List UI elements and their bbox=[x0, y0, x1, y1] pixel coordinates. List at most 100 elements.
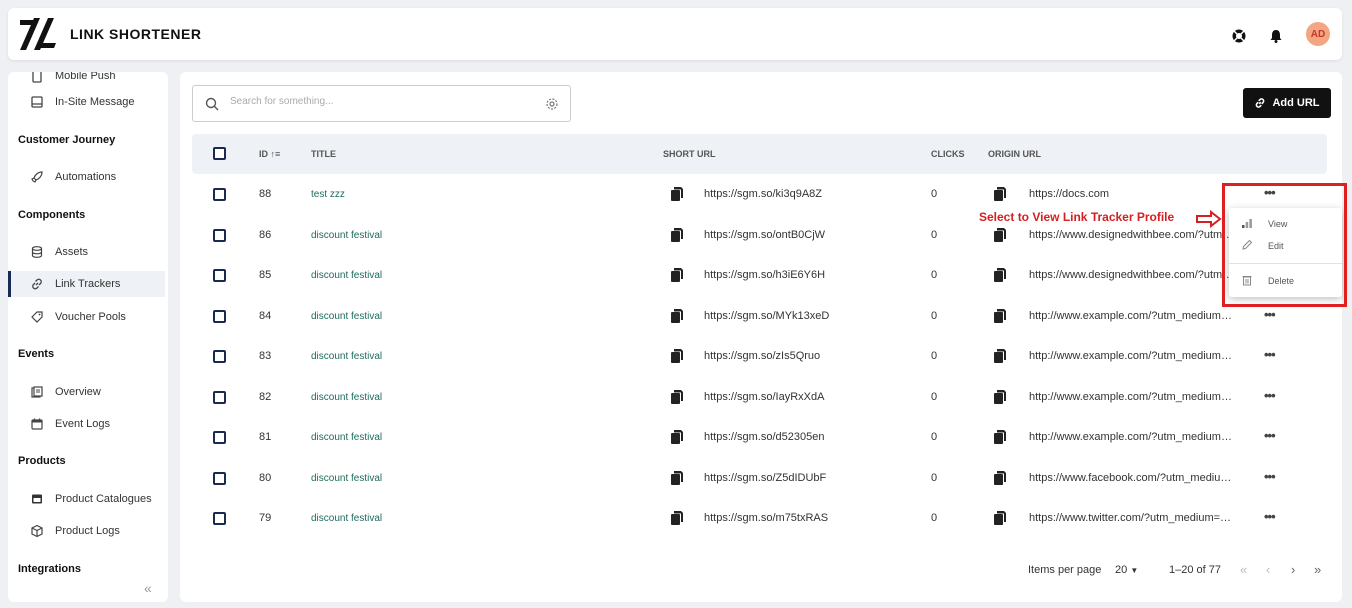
tag-icon bbox=[31, 311, 43, 323]
sidebar-item-product-logs[interactable]: Product Logs bbox=[8, 518, 165, 544]
table-row[interactable]: 81 discount festival https://sgm.so/d52305… bbox=[192, 417, 1327, 457]
row-id: 84 bbox=[259, 309, 272, 322]
sidebar-item-in-site-message[interactable]: In-Site Message bbox=[8, 89, 165, 115]
column-header-title: TITLE bbox=[311, 149, 336, 159]
sidebar-item-product-catalogues[interactable]: Product Catalogues bbox=[8, 486, 165, 512]
gear-icon[interactable] bbox=[545, 97, 559, 111]
page-size-select[interactable]: 20 ▼ bbox=[1115, 564, 1138, 576]
row-origin-url[interactable]: https://www.facebook.com/?utm_medium=ema… bbox=[1029, 472, 1235, 484]
copy-icon[interactable] bbox=[993, 470, 1007, 486]
row-short-url[interactable]: https://sgm.so/Z5dIDUbF bbox=[704, 472, 826, 484]
table-row[interactable]: 88 test zzz https://sgm.so/ki3q9A8Z 0 https:… bbox=[192, 174, 1327, 214]
row-title[interactable]: discount festival bbox=[311, 473, 382, 484]
row-checkbox[interactable] bbox=[213, 431, 226, 444]
table-row[interactable]: 80 discount festival https://sgm.so/Z5dIDU… bbox=[192, 458, 1327, 498]
row-short-url[interactable]: https://sgm.so/m75txRAS bbox=[704, 512, 828, 524]
sidebar-item-mobile-push[interactable]: Mobile Push bbox=[8, 72, 165, 89]
row-title[interactable]: discount festival bbox=[311, 392, 382, 403]
copy-icon[interactable] bbox=[993, 510, 1007, 526]
collapse-sidebar-icon[interactable]: « bbox=[144, 580, 152, 596]
row-title[interactable]: discount festival bbox=[311, 432, 382, 443]
table-row[interactable]: 83 discount festival https://sgm.so/zIs5Qr… bbox=[192, 336, 1327, 376]
search-input[interactable] bbox=[230, 96, 530, 107]
copy-icon[interactable] bbox=[670, 227, 684, 243]
row-short-url[interactable]: https://sgm.so/zIs5Qruo bbox=[704, 350, 820, 362]
user-avatar[interactable]: AD bbox=[1306, 22, 1330, 46]
row-checkbox[interactable] bbox=[213, 269, 226, 282]
row-checkbox[interactable] bbox=[213, 512, 226, 525]
sidebar-item-link-trackers[interactable]: Link Trackers bbox=[8, 271, 165, 297]
sidebar-item-event-logs[interactable]: Event Logs bbox=[8, 411, 165, 437]
row-title[interactable]: test zzz bbox=[311, 189, 345, 200]
copy-icon[interactable] bbox=[993, 429, 1007, 445]
prev-page-icon[interactable]: ‹ bbox=[1266, 562, 1270, 577]
table-row[interactable]: 79 discount festival https://sgm.so/m75txR… bbox=[192, 498, 1327, 538]
column-header-id[interactable]: ID ↑≡ bbox=[259, 149, 280, 159]
sort-icon[interactable]: ↑≡ bbox=[271, 149, 281, 159]
row-title[interactable]: discount festival bbox=[311, 270, 382, 281]
sidebar-item-voucher-pools[interactable]: Voucher Pools bbox=[8, 304, 165, 330]
row-short-url[interactable]: https://sgm.so/IayRxXdA bbox=[704, 391, 824, 403]
copy-icon[interactable] bbox=[670, 470, 684, 486]
row-origin-url[interactable]: http://www.example.com/?utm_medium=email bbox=[1029, 391, 1235, 403]
row-checkbox[interactable] bbox=[213, 228, 226, 242]
row-checkbox[interactable] bbox=[213, 471, 226, 485]
row-short-url[interactable]: https://sgm.so/ki3q9A8Z bbox=[704, 188, 822, 200]
row-origin-url[interactable]: https://docs.com bbox=[1029, 188, 1235, 200]
copy-icon[interactable] bbox=[993, 389, 1007, 405]
next-page-icon[interactable]: › bbox=[1291, 562, 1295, 577]
more-actions-icon[interactable]: ••• bbox=[1264, 428, 1276, 443]
more-actions-icon[interactable]: ••• bbox=[1264, 307, 1276, 322]
table-row[interactable]: 85 discount festival https://sgm.so/h3iE6Y… bbox=[192, 255, 1327, 295]
copy-icon[interactable] bbox=[670, 510, 684, 526]
more-actions-icon[interactable]: ••• bbox=[1264, 509, 1276, 524]
copy-icon[interactable] bbox=[993, 186, 1007, 202]
row-short-url[interactable]: https://sgm.so/ontB0CjW bbox=[704, 229, 825, 241]
support-icon[interactable] bbox=[1231, 28, 1247, 44]
copy-icon[interactable] bbox=[670, 267, 684, 283]
row-short-url[interactable]: https://sgm.so/MYk13xeD bbox=[704, 310, 829, 322]
more-actions-icon[interactable]: ••• bbox=[1264, 347, 1276, 362]
row-title[interactable]: discount festival bbox=[311, 311, 382, 322]
column-header-origin-url: ORIGIN URL bbox=[988, 149, 1041, 159]
row-origin-url[interactable]: https://www.twitter.com/?utm_medium=emai… bbox=[1029, 512, 1235, 524]
copy-icon[interactable] bbox=[993, 267, 1007, 283]
more-actions-icon[interactable]: ••• bbox=[1264, 469, 1276, 484]
row-checkbox[interactable] bbox=[213, 350, 226, 363]
row-origin-url[interactable]: http://www.example.com/?utm_medium=email bbox=[1029, 310, 1235, 322]
copy-icon[interactable] bbox=[670, 429, 684, 445]
row-checkbox[interactable] bbox=[213, 390, 226, 404]
copy-icon[interactable] bbox=[670, 186, 684, 202]
row-origin-url[interactable]: http://www.example.com/?utm_medium=email bbox=[1029, 350, 1235, 362]
copy-icon[interactable] bbox=[993, 308, 1007, 324]
annotation-text: Select to View Link Tracker Profile bbox=[979, 210, 1175, 224]
row-short-url[interactable]: https://sgm.so/h3iE6Y6H bbox=[704, 269, 825, 281]
select-all-checkbox[interactable] bbox=[213, 147, 226, 160]
table-row[interactable]: 82 discount festival https://sgm.so/IayRxX… bbox=[192, 377, 1327, 417]
copy-icon[interactable] bbox=[670, 308, 684, 324]
sidebar-item-automations[interactable]: Automations bbox=[8, 164, 165, 190]
bell-icon[interactable] bbox=[1268, 28, 1284, 44]
row-title[interactable]: discount festival bbox=[311, 513, 382, 524]
last-page-icon[interactable]: » bbox=[1314, 562, 1321, 577]
add-url-button[interactable]: Add URL bbox=[1243, 88, 1331, 118]
row-checkbox[interactable] bbox=[213, 309, 226, 323]
section-products: Products bbox=[18, 455, 66, 467]
first-page-icon[interactable]: « bbox=[1240, 562, 1247, 577]
row-checkbox[interactable] bbox=[213, 188, 226, 201]
page-size-value: 20 bbox=[1115, 564, 1128, 576]
copy-icon[interactable] bbox=[993, 227, 1007, 243]
more-actions-icon[interactable]: ••• bbox=[1264, 388, 1276, 403]
row-origin-url[interactable]: https://www.designedwithbee.com/?utm_med… bbox=[1029, 269, 1235, 281]
sidebar-item-overview[interactable]: Overview bbox=[8, 379, 165, 405]
row-title[interactable]: discount festival bbox=[311, 230, 382, 241]
row-title[interactable]: discount festival bbox=[311, 351, 382, 362]
copy-icon[interactable] bbox=[670, 389, 684, 405]
copy-icon[interactable] bbox=[670, 348, 684, 364]
row-origin-url[interactable]: https://www.designedwithbee.com/?utm_med… bbox=[1029, 229, 1235, 241]
sidebar-item-assets[interactable]: Assets bbox=[8, 239, 165, 265]
table-row[interactable]: 84 discount festival https://sgm.so/MYk13x… bbox=[192, 296, 1327, 336]
row-origin-url[interactable]: http://www.example.com/?utm_medium=email bbox=[1029, 431, 1235, 443]
copy-icon[interactable] bbox=[993, 348, 1007, 364]
row-short-url[interactable]: https://sgm.so/d52305en bbox=[704, 431, 824, 443]
